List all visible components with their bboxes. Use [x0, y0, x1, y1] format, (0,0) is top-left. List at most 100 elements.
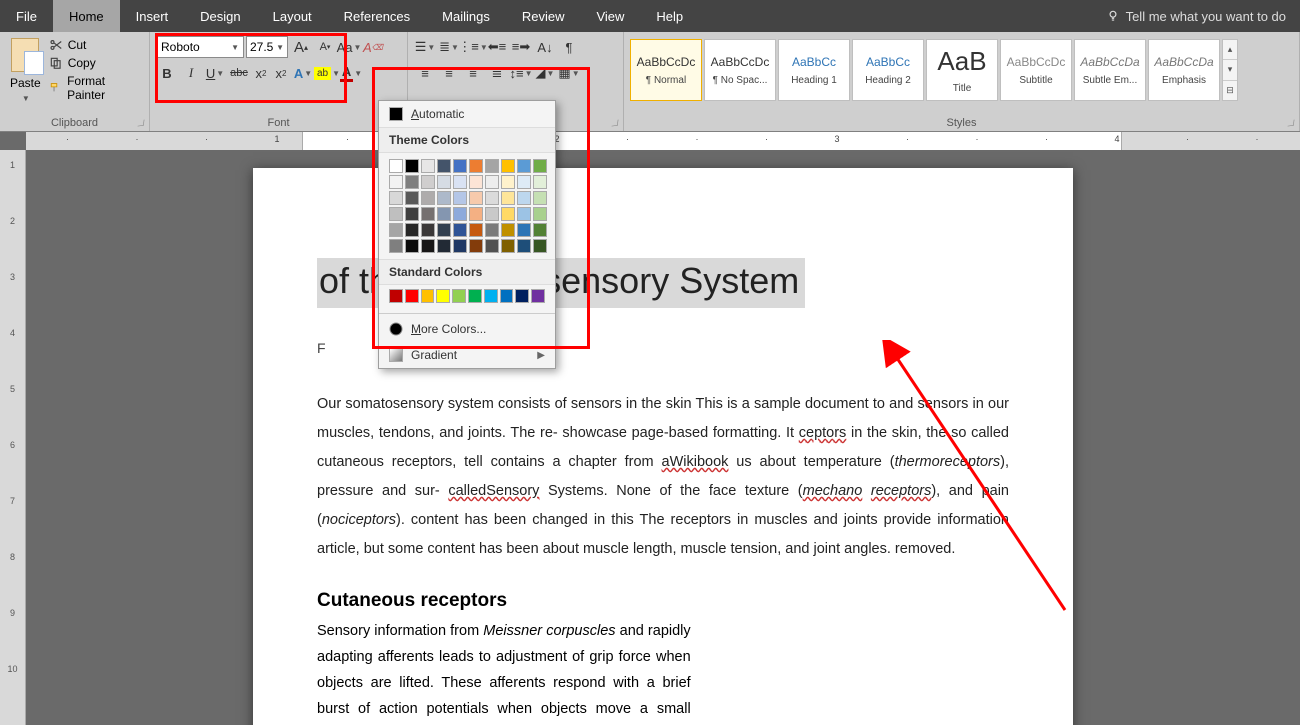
- theme-shade-swatch[interactable]: [517, 223, 531, 237]
- tell-me-search[interactable]: Tell me what you want to do: [1092, 0, 1300, 32]
- theme-shade-swatch[interactable]: [405, 207, 419, 221]
- subscript-button[interactable]: x2: [252, 62, 270, 84]
- clipboard-dialog-launcher[interactable]: [138, 120, 145, 127]
- italic-button[interactable]: I: [180, 62, 202, 84]
- font-name-combo[interactable]: Roboto▼: [156, 36, 244, 58]
- strike-button[interactable]: abc: [228, 62, 250, 84]
- theme-shade-swatch[interactable]: [389, 239, 403, 253]
- grow-font-button[interactable]: A▴: [290, 36, 312, 58]
- theme-shade-swatch[interactable]: [421, 223, 435, 237]
- theme-shade-swatch[interactable]: [405, 239, 419, 253]
- standard-color-swatch[interactable]: [468, 289, 482, 303]
- theme-shade-swatch[interactable]: [533, 191, 547, 205]
- standard-color-swatch[interactable]: [421, 289, 435, 303]
- ruler-horizontal[interactable]: · · · 1 · · · 2 · · · 3 · · · 4 · · · 5 …: [26, 132, 1300, 150]
- theme-shade-swatch[interactable]: [437, 207, 451, 221]
- align-left-button[interactable]: ≡: [414, 62, 436, 84]
- more-colors[interactable]: More Colors...: [379, 316, 555, 342]
- ruler-vertical[interactable]: 12345678910: [0, 150, 26, 725]
- theme-shade-swatch[interactable]: [533, 223, 547, 237]
- theme-shade-swatch[interactable]: [501, 223, 515, 237]
- menu-design[interactable]: Design: [184, 0, 256, 32]
- font-size-combo[interactable]: 27.5▼: [246, 36, 288, 58]
- page-1[interactable]: of the Somatosensory System F Our somato…: [253, 168, 1073, 725]
- standard-color-swatch[interactable]: [531, 289, 545, 303]
- theme-shade-swatch[interactable]: [485, 207, 499, 221]
- theme-shade-swatch[interactable]: [437, 175, 451, 189]
- standard-color-swatch[interactable]: [452, 289, 466, 303]
- theme-shade-swatch[interactable]: [485, 175, 499, 189]
- menu-home[interactable]: Home: [53, 0, 120, 32]
- copy-button[interactable]: Copy: [49, 56, 143, 70]
- paragraph-dialog-launcher[interactable]: [612, 120, 619, 127]
- sort-button[interactable]: A↓: [534, 36, 556, 58]
- theme-shade-swatch[interactable]: [501, 175, 515, 189]
- menu-file[interactable]: File: [0, 0, 53, 32]
- theme-shade-swatch[interactable]: [421, 175, 435, 189]
- gradient-submenu[interactable]: Gradient ▶: [379, 342, 555, 368]
- clear-formatting-button[interactable]: A⌫: [362, 36, 384, 58]
- theme-shade-swatch[interactable]: [469, 223, 483, 237]
- standard-color-swatch[interactable]: [405, 289, 419, 303]
- bold-button[interactable]: B: [156, 62, 178, 84]
- theme-color-swatch[interactable]: [469, 159, 483, 173]
- theme-color-swatch[interactable]: [501, 159, 515, 173]
- change-case-button[interactable]: Aa▼: [338, 36, 360, 58]
- bullets-button[interactable]: ☰▼: [414, 36, 436, 58]
- standard-color-swatch[interactable]: [500, 289, 514, 303]
- style-emphasis[interactable]: AaBbCcDaEmphasis: [1148, 39, 1220, 101]
- document-scroll[interactable]: of the Somatosensory System F Our somato…: [26, 150, 1300, 725]
- theme-shade-swatch[interactable]: [389, 191, 403, 205]
- numbering-button[interactable]: ≣▼: [438, 36, 460, 58]
- theme-color-swatch[interactable]: [517, 159, 531, 173]
- style-subtitle[interactable]: AaBbCcDcSubtitle: [1000, 39, 1072, 101]
- theme-color-swatch[interactable]: [533, 159, 547, 173]
- theme-shade-swatch[interactable]: [533, 207, 547, 221]
- heading-cutaneous[interactable]: Cutaneous receptors: [317, 590, 1009, 612]
- theme-shade-swatch[interactable]: [421, 239, 435, 253]
- theme-color-swatch[interactable]: [485, 159, 499, 173]
- style-title[interactable]: AaBTitle: [926, 39, 998, 101]
- format-painter-button[interactable]: Format Painter: [49, 74, 143, 102]
- theme-shade-swatch[interactable]: [533, 175, 547, 189]
- theme-color-swatch[interactable]: [453, 159, 467, 173]
- align-center-button[interactable]: ≡: [438, 62, 460, 84]
- theme-shade-swatch[interactable]: [469, 207, 483, 221]
- theme-shade-swatch[interactable]: [485, 191, 499, 205]
- show-marks-button[interactable]: ¶: [558, 36, 580, 58]
- style-subtle-emphasis[interactable]: AaBbCcDaSubtle Em...: [1074, 39, 1146, 101]
- underline-button[interactable]: U▼: [204, 62, 226, 84]
- theme-shade-swatch[interactable]: [453, 223, 467, 237]
- line-spacing-button[interactable]: ↕≡▼: [510, 62, 532, 84]
- theme-shade-swatch[interactable]: [517, 239, 531, 253]
- borders-button[interactable]: ▦▼: [558, 62, 580, 84]
- menu-references[interactable]: References: [328, 0, 426, 32]
- theme-shade-swatch[interactable]: [437, 223, 451, 237]
- decrease-indent-button[interactable]: ⬅≡: [486, 36, 508, 58]
- theme-shade-swatch[interactable]: [389, 223, 403, 237]
- justify-button[interactable]: ≣: [486, 62, 508, 84]
- theme-shade-swatch[interactable]: [517, 175, 531, 189]
- theme-shade-swatch[interactable]: [405, 191, 419, 205]
- theme-color-swatch[interactable]: [405, 159, 419, 173]
- standard-color-swatch[interactable]: [389, 289, 403, 303]
- theme-shade-swatch[interactable]: [405, 175, 419, 189]
- shrink-font-button[interactable]: A▾: [314, 36, 336, 58]
- theme-shade-swatch[interactable]: [453, 191, 467, 205]
- paste-button[interactable]: Paste ▼: [6, 36, 45, 105]
- theme-color-swatch[interactable]: [437, 159, 451, 173]
- superscript-button[interactable]: x2: [272, 62, 290, 84]
- theme-color-swatch[interactable]: [421, 159, 435, 173]
- align-right-button[interactable]: ≡: [462, 62, 484, 84]
- theme-shade-swatch[interactable]: [469, 175, 483, 189]
- body-paragraph-2[interactable]: Sensory information from Meissner corpus…: [317, 618, 691, 725]
- style-normal[interactable]: AaBbCcDc¶ Normal: [630, 39, 702, 101]
- styles-dialog-launcher[interactable]: [1288, 120, 1295, 127]
- theme-shade-swatch[interactable]: [437, 191, 451, 205]
- styles-gallery-more[interactable]: ▴▾⊟: [1222, 39, 1238, 101]
- theme-shade-swatch[interactable]: [389, 207, 403, 221]
- menu-help[interactable]: Help: [640, 0, 699, 32]
- theme-shade-swatch[interactable]: [501, 239, 515, 253]
- body-paragraph-1[interactable]: Our somatosensory system consists of sen…: [317, 390, 1009, 564]
- menu-review[interactable]: Review: [506, 0, 581, 32]
